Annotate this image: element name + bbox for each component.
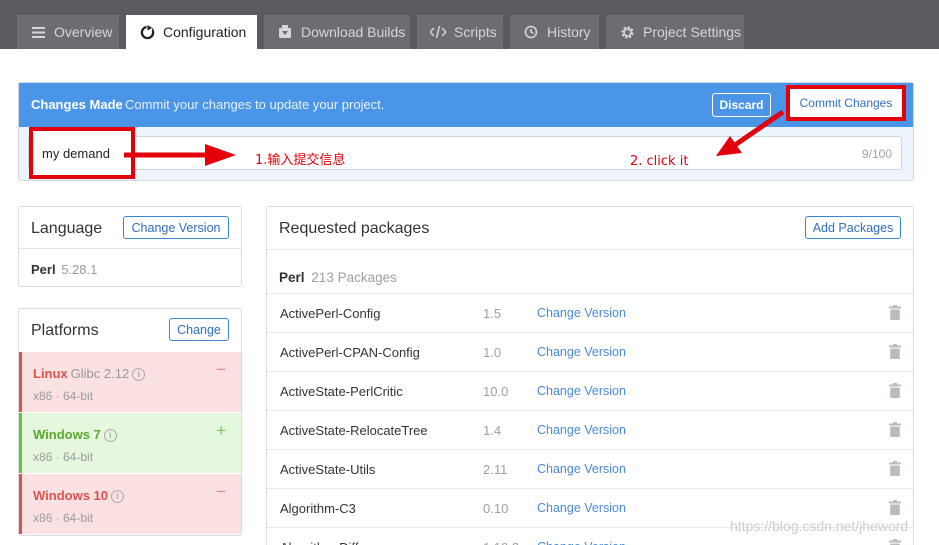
package-name: ActiveState-RelocateTree — [280, 423, 428, 438]
package-group-name: Perl — [279, 270, 305, 285]
platform-name: Windows 10 — [33, 488, 109, 503]
platform-version: Glibc 2.12 — [70, 366, 130, 381]
plus-icon[interactable]: + — [216, 421, 226, 441]
package-version: 2.11 — [483, 462, 508, 477]
package-group-header: Perl 213 Packages — [279, 270, 397, 285]
package-version: 1.5 — [483, 306, 502, 321]
package-name: ActiveState-Utils — [280, 462, 376, 477]
package-row[interactable]: ActiveState-RelocateTree 1.4 Change Versio… — [267, 410, 913, 449]
package-version: 1.19.3 — [483, 540, 519, 545]
language-title: Language — [31, 220, 103, 237]
package-name: Algorithm-Diff — [280, 540, 359, 545]
packages-title: Requested packages — [279, 220, 430, 237]
language-version: 5.28.1 — [61, 262, 98, 277]
minus-icon[interactable]: − — [216, 360, 226, 380]
info-icon[interactable]: i — [103, 428, 117, 442]
package-version: 10.0 — [483, 384, 509, 399]
platform-name-row: Linux Glibc 2.12 i — [33, 366, 146, 381]
platform-name: Linux — [33, 366, 68, 381]
package-row[interactable]: ActiveState-Utils 2.11 Change Version — [267, 449, 913, 488]
package-group-count: 213 Packages — [311, 270, 397, 285]
arrow-2-head — [716, 136, 742, 156]
packages-card: Requested packages Add Packages Perl 213… — [266, 206, 914, 545]
platform-linux[interactable]: Linux Glibc 2.12 i x86 · 64-bit − — [19, 352, 241, 412]
platform-name-row: Windows 7i — [33, 427, 117, 442]
minus-icon[interactable]: − — [216, 482, 226, 502]
package-name: ActiveState-PerlCritic — [280, 384, 403, 399]
annotation-step-1: 1.输入提交信息 — [255, 153, 346, 168]
platform-arch: x86 · 64-bit — [33, 389, 94, 403]
change-version-link[interactable]: Change Version — [537, 306, 626, 320]
package-name: ActivePerl-Config — [280, 306, 381, 321]
package-version: 0.10 — [483, 501, 509, 516]
platform-windows-7[interactable]: Windows 7i x86 · 64-bit + — [19, 413, 241, 473]
arrow-2-shaft — [733, 109, 785, 148]
trash-icon[interactable] — [889, 383, 901, 398]
info-icon[interactable]: i — [111, 489, 125, 503]
trash-icon[interactable] — [889, 305, 901, 320]
watermark: https://blog.csdn.net/jheword — [730, 518, 909, 534]
platform-arch: x86 · 64-bit — [33, 511, 94, 525]
change-platforms-button[interactable]: Change — [169, 318, 229, 341]
arrow-1-head — [205, 144, 236, 166]
package-row[interactable]: ActiveState-PerlCritic 10.0 Change Version — [267, 371, 913, 410]
package-row[interactable]: ActivePerl-CPAN-Config 1.0 Change Version — [267, 332, 913, 371]
trash-icon[interactable] — [889, 539, 901, 545]
package-row[interactable]: ActivePerl-Config 1.5 Change Version — [267, 293, 913, 332]
platform-arch: x86 · 64-bit — [33, 450, 94, 464]
trash-icon[interactable] — [889, 344, 901, 359]
change-language-version-button[interactable]: Change Version — [123, 216, 229, 239]
change-version-link[interactable]: Change Version — [537, 384, 626, 398]
package-name: Algorithm-C3 — [280, 501, 356, 516]
package-name: ActivePerl-CPAN-Config — [280, 345, 420, 360]
change-version-link[interactable]: Change Version — [537, 540, 626, 545]
info-icon[interactable]: i — [132, 367, 146, 381]
change-version-link[interactable]: Change Version — [537, 345, 626, 359]
trash-icon[interactable] — [889, 461, 901, 476]
platform-windows-10[interactable]: Windows 10 i x86 · 64-bit − — [19, 474, 241, 534]
platform-name-row: Windows 10 i — [33, 488, 125, 503]
language-name: Perl — [31, 262, 56, 277]
platforms-card: Platforms Change Linux Glibc 2.12 i x86 · … — [18, 308, 242, 536]
package-version: 1.0 — [483, 345, 502, 360]
change-version-link[interactable]: Change Version — [537, 462, 626, 476]
trash-icon[interactable] — [889, 422, 901, 437]
change-version-link[interactable]: Change Version — [537, 423, 626, 437]
platform-name: Windows 7 — [33, 427, 101, 442]
platforms-title: Platforms — [31, 322, 99, 339]
divider — [267, 249, 913, 250]
add-packages-button[interactable]: Add Packages — [805, 216, 901, 239]
divider — [19, 248, 241, 249]
trash-icon[interactable] — [889, 500, 901, 515]
change-version-link[interactable]: Change Version — [537, 501, 626, 515]
package-version: 1.4 — [483, 423, 502, 438]
language-card: Language Change Version Perl 5.28.1 — [18, 206, 242, 287]
annotation-step-2: 2. click it — [630, 154, 689, 169]
language-entry: Perl 5.28.1 — [31, 262, 97, 277]
